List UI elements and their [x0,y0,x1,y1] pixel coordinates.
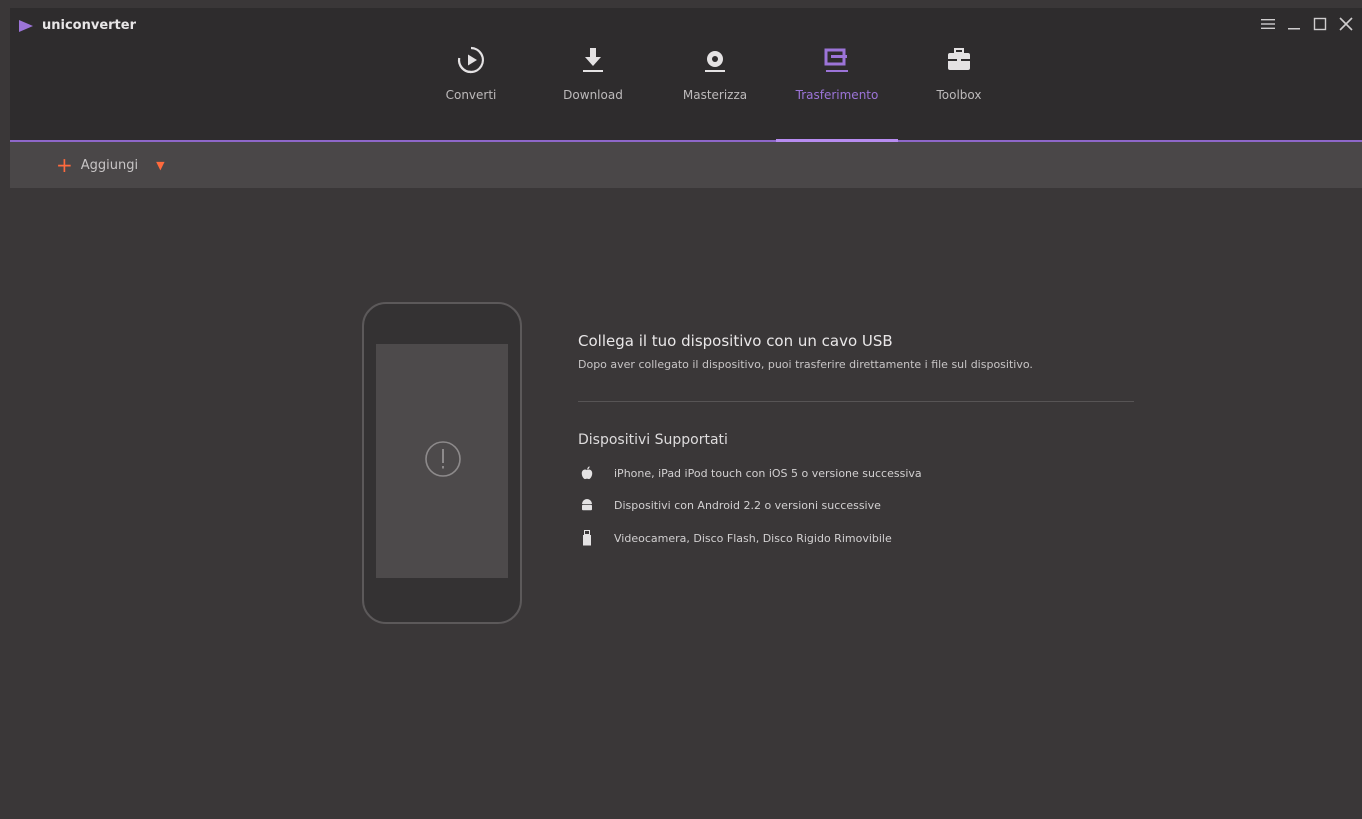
tab-label: Toolbox [936,88,982,102]
apple-icon [578,466,596,480]
phone-screen [376,344,508,578]
add-button[interactable]: + Aggiungi ▼ [56,155,165,175]
toolbar: + Aggiungi ▼ [10,142,1362,188]
tab-label: Masterizza [682,88,748,102]
connect-heading: Collega il tuo dispositivo con un cavo U… [578,332,893,350]
toolbox-icon [945,42,973,78]
menu-icon[interactable] [1260,16,1276,32]
android-icon [578,498,596,512]
plus-icon: + [56,153,73,177]
app-title: uniconverter [42,18,137,33]
close-icon[interactable] [1338,16,1354,32]
add-button-label: Aggiungi [80,157,139,173]
dropdown-caret-icon[interactable]: ▼ [156,159,164,172]
tab-trasferimento[interactable]: Trasferimento [776,42,898,142]
tab-converti[interactable]: Converti [410,42,532,140]
tab-label: Trasferimento [795,88,879,102]
main-tabs: Converti Download Masterizza Trasferimen… [410,42,1020,142]
device-text: Videocamera, Disco Flash, Disco Rigido R… [614,531,892,545]
connect-subtext: Dopo aver collegato il dispositivo, puoi… [578,358,1033,371]
transfer-panel: Collega il tuo dispositivo con un cavo U… [10,188,1362,819]
app-window: uniconverter Converti Download Masterizz… [10,8,1362,819]
device-text: Dispositivi con Android 2.2 o versioni s… [614,498,881,512]
transfer-icon [823,42,851,78]
tab-toolbox[interactable]: Toolbox [898,42,1020,140]
tab-label: Converti [445,88,497,102]
tab-download[interactable]: Download [532,42,654,140]
device-item: iPhone, iPad iPod touch con iOS 5 o vers… [578,466,1138,480]
connection-info: Collega il tuo dispositivo con un cavo U… [578,332,1138,546]
usb-drive-icon [578,530,596,546]
supported-devices-title: Dispositivi Supportati [578,432,728,448]
disc-icon [702,42,728,78]
alert-icon [425,441,461,477]
minimize-icon[interactable] [1286,16,1302,32]
convert-icon [456,42,486,78]
divider [578,401,1134,402]
tab-label: Download [563,88,623,102]
phone-illustration [362,302,522,624]
device-text: iPhone, iPad iPod touch con iOS 5 o vers… [614,466,922,480]
brand: uniconverter [18,18,136,33]
maximize-icon[interactable] [1312,16,1328,32]
window-controls [1260,16,1354,32]
device-item: Dispositivi con Android 2.2 o versioni s… [578,498,1138,512]
download-icon [580,42,606,78]
app-logo-icon [18,19,34,33]
title-bar: uniconverter Converti Download Masterizz… [10,8,1362,142]
device-item: Videocamera, Disco Flash, Disco Rigido R… [578,530,1138,546]
tab-masterizza[interactable]: Masterizza [654,42,776,140]
